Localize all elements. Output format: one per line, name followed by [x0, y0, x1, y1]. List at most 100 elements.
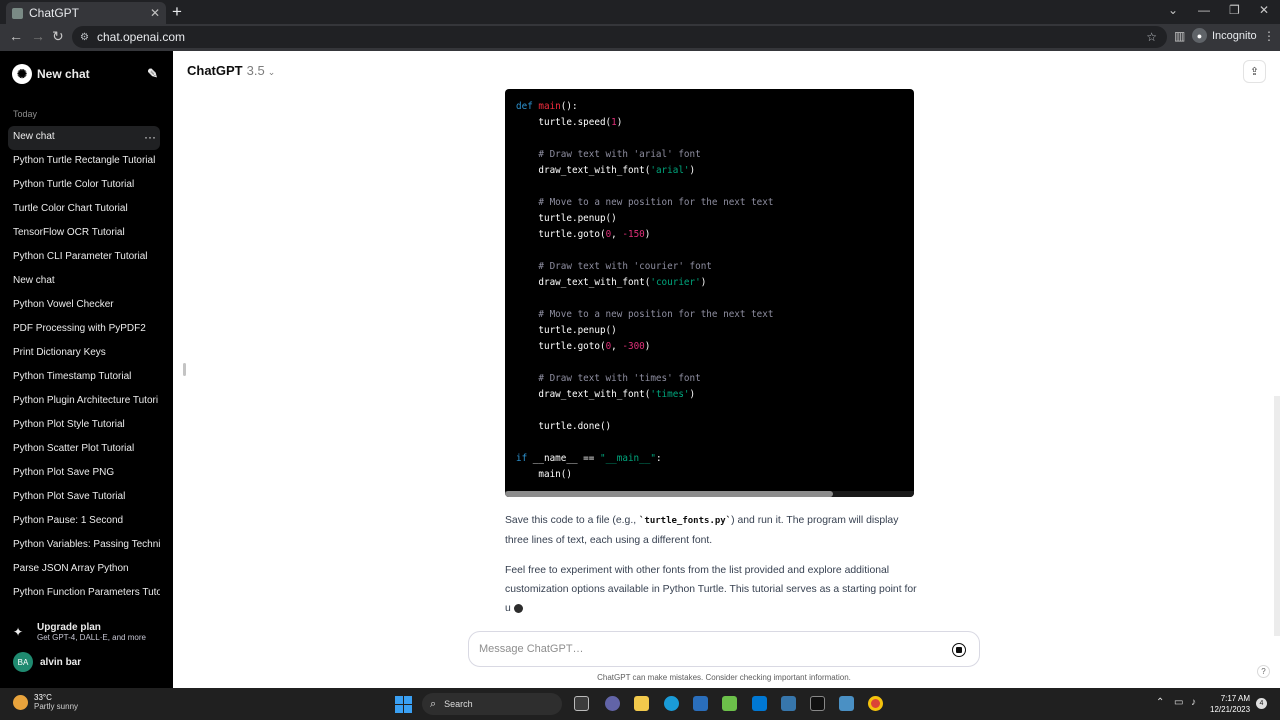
share-icon: ⇪ — [1249, 66, 1260, 78]
sidebar-history-item[interactable]: Turtle Color Chart Tutorial — [8, 198, 160, 222]
scrollbar-thumb[interactable] — [505, 491, 833, 497]
code-content: def main(): turtle.speed(1) # Draw text … — [516, 99, 773, 483]
snipping-tool-icon[interactable] — [839, 696, 854, 711]
message-input[interactable] — [479, 640, 919, 658]
history-item-label: Python Plot Save PNG — [13, 467, 115, 478]
sidebar-history-item[interactable]: Python Plugin Architecture Tutori — [8, 390, 160, 414]
sidebar-history-item[interactable]: Python Plot Save Tutorial — [8, 486, 160, 510]
sidebar-history-item[interactable]: Parse JSON Array Python — [8, 558, 160, 582]
sidebar-toggle-handle[interactable] — [183, 363, 186, 376]
user-menu[interactable]: BA alvin bar — [13, 652, 81, 672]
edge-browser-icon[interactable] — [664, 696, 679, 711]
forward-icon[interactable]: → — [31, 28, 45, 44]
code-token: main — [538, 101, 561, 112]
bookmark-star-icon[interactable]: ☆ — [1146, 30, 1157, 44]
volume-icon[interactable]: ♪ — [1191, 697, 1196, 708]
close-window-icon[interactable]: ✕ — [1259, 3, 1269, 17]
task-view-icon[interactable] — [574, 696, 589, 711]
clock[interactable]: 7:17 AM 12/21/2023 — [1210, 693, 1250, 715]
code-token: # Move to a new position for the next te… — [516, 309, 774, 320]
chat-app-icon[interactable] — [605, 696, 620, 711]
upgrade-plan-button[interactable]: ✦ Upgrade plan Get GPT-4, DALL·E, and mo… — [13, 622, 146, 642]
sidebar-history-item[interactable]: TensorFlow OCR Tutorial — [8, 222, 160, 246]
help-button[interactable]: ? — [1257, 665, 1270, 678]
history-item-label: Python CLI Parameter Tutorial — [13, 251, 148, 262]
sidebar-history-item[interactable]: Python Pause: 1 Second — [8, 510, 160, 534]
response-paragraph-2: Feel free to experiment with other fonts… — [505, 561, 917, 618]
terminal-icon[interactable] — [810, 696, 825, 711]
sidebar-history-item[interactable]: Python Plot Style Tutorial — [8, 414, 160, 438]
sidebar-history-item[interactable]: New chat — [8, 270, 160, 294]
side-panel-icon[interactable]: ▥ — [1174, 29, 1185, 43]
model-selector[interactable]: ChatGPT 3.5 ⌄ — [187, 63, 275, 78]
code-token: ) — [644, 341, 651, 352]
reload-icon[interactable]: ↻ — [52, 28, 64, 45]
code-token: ) — [644, 229, 651, 240]
sidebar-history-item[interactable]: Python CLI Parameter Tutorial — [8, 246, 160, 270]
tray-chevron-up-icon[interactable]: ⌃ — [1156, 697, 1164, 708]
new-tab-icon[interactable]: + — [172, 2, 182, 22]
page-vertical-scrollbar[interactable] — [1274, 396, 1280, 636]
code-token: turtle.goto( — [516, 341, 606, 352]
model-name: ChatGPT — [187, 63, 243, 78]
clock-date: 12/21/2023 — [1210, 705, 1251, 714]
sidebar-history-item[interactable]: Python Turtle Rectangle Tutorial — [8, 150, 160, 174]
browser-tabbar: ChatGPT ✕ + ⌄ — ❐ ✕ — [0, 0, 1280, 24]
more-options-icon[interactable]: ··· — [144, 126, 156, 148]
sidebar-history-item[interactable]: Python Vowel Checker — [8, 294, 160, 318]
vscode-icon[interactable] — [752, 696, 767, 711]
edit-icon[interactable]: ✎ — [147, 66, 158, 82]
new-chat-label: New chat — [37, 67, 90, 81]
minimize-icon[interactable]: — — [1198, 3, 1210, 17]
code-token: main() — [516, 469, 572, 480]
chrome-icon[interactable] — [868, 696, 883, 711]
code-token: , — [611, 229, 623, 240]
maximize-icon[interactable]: ❐ — [1229, 3, 1240, 17]
browser-menu-icon[interactable]: ⋮ — [1263, 29, 1275, 43]
tab-title: ChatGPT — [29, 6, 80, 20]
store-icon[interactable] — [693, 696, 708, 711]
code-token: : — [655, 453, 662, 464]
file-explorer-icon[interactable] — [634, 696, 649, 711]
notepad-app-icon[interactable] — [722, 696, 737, 711]
code-token: turtle.speed( — [516, 117, 612, 128]
history-item-label: PDF Processing with PyPDF2 — [13, 323, 146, 334]
stop-icon — [956, 647, 962, 653]
code-token: turtle.penup() — [516, 213, 617, 224]
stop-generating-button[interactable] — [952, 643, 966, 657]
code-horizontal-scrollbar[interactable] — [505, 491, 914, 497]
weather-widget[interactable]: 33°C Partly sunny — [13, 693, 78, 711]
sidebar-history-item[interactable]: Python Variables: Passing Techni — [8, 534, 160, 558]
code-token: turtle.done() — [516, 421, 612, 432]
sidebar-history-item[interactable]: Python Function Parameters Tuto — [8, 582, 160, 606]
search-label: Search — [444, 699, 473, 709]
sidebar-history-item[interactable]: Python Plot Save PNG — [8, 462, 160, 486]
site-info-icon[interactable]: ⚙ — [80, 32, 89, 43]
history-item-label: Print Dictionary Keys — [13, 347, 106, 358]
windows-start-icon[interactable] — [395, 696, 412, 713]
sidebar-history-item[interactable]: Python Scatter Plot Tutorial — [8, 438, 160, 462]
main-panel: ChatGPT 3.5 ⌄ ⇪ def main(): turtle.speed… — [173, 51, 1280, 688]
taskbar-search[interactable]: ⌕ Search — [422, 693, 562, 715]
address-bar[interactable]: ⚙ chat.openai.com ☆ — [72, 26, 1167, 48]
notification-badge[interactable]: 4 — [1256, 698, 1267, 709]
browser-tab[interactable]: ChatGPT ✕ — [6, 2, 166, 24]
sidebar-history-item[interactable]: Python Turtle Color Tutorial — [8, 174, 160, 198]
sidebar-history-item[interactable]: Print Dictionary Keys — [8, 342, 160, 366]
share-button[interactable]: ⇪ — [1243, 60, 1266, 83]
code-token: (): — [560, 101, 578, 112]
code-token: ) — [689, 389, 696, 400]
sidebar-history-item[interactable]: PDF Processing with PyPDF2 — [8, 318, 160, 342]
sidebar-history-item[interactable]: New chat ··· — [8, 126, 160, 150]
history-item-label: Parse JSON Array Python — [13, 563, 129, 574]
tab-search-icon[interactable]: ⌄ — [1168, 3, 1178, 17]
close-tab-icon[interactable]: ✕ — [150, 6, 160, 20]
code-token: __name__ == — [532, 453, 600, 464]
network-icon[interactable]: ▭ — [1174, 697, 1183, 708]
incognito-indicator[interactable]: ● Incognito — [1192, 28, 1257, 43]
sidebar-history-item[interactable]: Python Timestamp Tutorial — [8, 366, 160, 390]
code-token: "__main__" — [599, 453, 656, 464]
python-icon[interactable] — [781, 696, 796, 711]
new-chat-button[interactable]: ✺ New chat ✎ — [12, 64, 162, 84]
back-icon[interactable]: ← — [9, 28, 23, 44]
